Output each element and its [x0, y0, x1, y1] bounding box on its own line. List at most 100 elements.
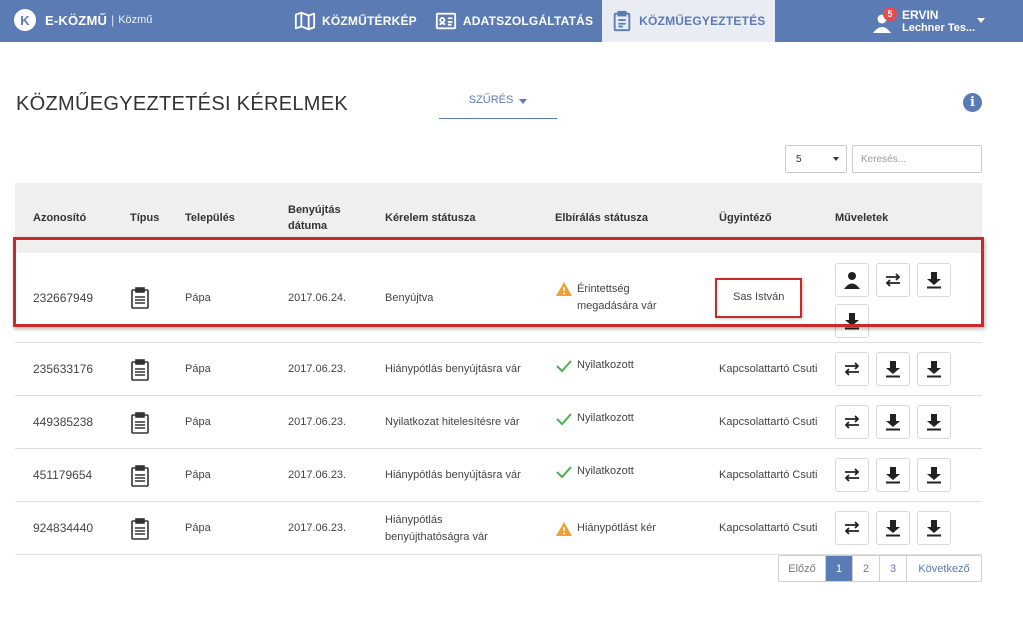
transfer-icon: [844, 362, 860, 376]
warning-icon: [556, 282, 572, 296]
transfer-icon: [844, 415, 860, 429]
warning-icon: [556, 521, 572, 536]
review-status-text: Hiánypótlást kér: [577, 522, 656, 534]
nav-label: KÖZMŰTÉRKÉP: [322, 14, 417, 28]
clipboard-icon: [131, 411, 149, 434]
assignee-name: Sas István: [733, 291, 785, 303]
cell-date: 2017.06.23.: [288, 469, 347, 481]
cell-date: 2017.06.24.: [288, 291, 347, 304]
clipboard-icon: [131, 517, 149, 540]
main-nav: KÖZMŰTÉRKÉP ADATSZOLGÁLTATÁS KÖZMŰEGYEZT…: [285, 0, 775, 42]
pagination-prev[interactable]: Előző: [779, 556, 826, 581]
transfer-icon: [885, 273, 901, 287]
user-menu[interactable]: 5 ERVIN Lechner Tes...: [872, 6, 1012, 36]
review-status: Nyilatkozott: [555, 463, 634, 480]
cell-type: [130, 253, 150, 343]
column-header[interactable]: Benyújtás dátuma: [288, 183, 348, 253]
check-icon: [556, 465, 572, 478]
chevron-down-icon: [977, 18, 985, 23]
download-button[interactable]: [917, 263, 951, 297]
table-row[interactable]: 232667949 Pápa 2017.06.24. Benyújtva Éri…: [15, 253, 982, 343]
download-button[interactable]: [835, 304, 869, 338]
clipboard-icon: [613, 10, 631, 32]
top-navbar: K E-KÖZMŰ | Közmű KÖZMŰTÉRKÉP ADATSZOLGÁ…: [0, 0, 1023, 42]
download-icon: [886, 520, 900, 537]
review-status-text: Nyilatkozott: [577, 359, 634, 371]
review-status: Hiánypótlást kér: [555, 520, 656, 537]
cell-type: [130, 502, 150, 555]
notification-badge[interactable]: 5: [883, 7, 897, 21]
pagination-page[interactable]: 2: [853, 556, 880, 581]
cell-type: [130, 449, 150, 502]
row-actions: [835, 352, 965, 393]
transfer-button[interactable]: [835, 405, 869, 439]
cell-request-status: Benyújtva: [385, 291, 434, 304]
download-button[interactable]: [917, 511, 951, 545]
brand[interactable]: K E-KÖZMŰ | Közmű: [14, 9, 152, 31]
download-button[interactable]: [917, 405, 951, 439]
cell-id: 451179654: [33, 468, 93, 482]
column-header[interactable]: Település: [185, 183, 265, 253]
user-icon: [844, 272, 860, 289]
download-button[interactable]: [876, 458, 910, 492]
cell-review-status: Érintettség megadására vár: [555, 253, 685, 343]
download-button[interactable]: [917, 458, 951, 492]
row-actions: [835, 511, 965, 552]
clipboard-icon: [131, 358, 149, 381]
cell-review-status: Hiánypótlást kér: [555, 502, 695, 555]
column-header[interactable]: Elbírálás státusza: [555, 183, 705, 253]
download-icon: [927, 467, 941, 484]
page-size-select[interactable]: 5: [785, 145, 847, 173]
cell-assignee: Sas István: [715, 253, 803, 343]
download-button[interactable]: [917, 352, 951, 386]
download-icon: [927, 520, 941, 537]
filter-toggle[interactable]: SZŰRÉS: [439, 94, 557, 119]
pagination-page[interactable]: 3: [880, 556, 907, 581]
page-size-value: 5: [796, 154, 802, 165]
map-icon: [294, 11, 316, 31]
transfer-button[interactable]: [835, 458, 869, 492]
user-name: ERVIN: [902, 8, 939, 22]
assign-user-button[interactable]: [835, 263, 869, 297]
nav-item-kozmuegyeztetes[interactable]: KÖZMŰEGYEZTETÉS: [602, 0, 775, 42]
column-header: Műveletek: [835, 212, 889, 224]
table-row[interactable]: 449385238 Pápa 2017.06.23. Nyilatkozat h…: [15, 396, 982, 449]
download-button[interactable]: [876, 405, 910, 439]
column-header[interactable]: Kérelem státusza: [385, 183, 535, 253]
download-button[interactable]: [876, 511, 910, 545]
nav-item-adatszolgaltatas[interactable]: ADATSZOLGÁLTATÁS: [426, 0, 602, 42]
download-icon: [927, 272, 941, 289]
transfer-button[interactable]: [876, 263, 910, 297]
search-input[interactable]: [852, 145, 982, 173]
column-header[interactable]: Azonosító: [33, 183, 123, 253]
cell-type: [130, 396, 150, 449]
table-row[interactable]: 235633176 Pápa 2017.06.23. Hiánypótlás b…: [15, 343, 982, 396]
info-icon[interactable]: i: [963, 93, 982, 112]
cell-settlement: Pápa: [185, 363, 211, 375]
cell-settlement: Pápa: [185, 469, 211, 481]
nav-item-kozmuterkep[interactable]: KÖZMŰTÉRKÉP: [285, 0, 426, 42]
column-header[interactable]: Típus: [130, 183, 175, 253]
table-row[interactable]: 451179654 Pápa 2017.06.23. Hiánypótlás b…: [15, 449, 982, 502]
cell-date: 2017.06.23.: [288, 522, 347, 534]
download-button[interactable]: [876, 352, 910, 386]
download-icon: [886, 361, 900, 378]
transfer-button[interactable]: [835, 511, 869, 545]
brand-separator: |: [111, 13, 115, 27]
transfer-button[interactable]: [835, 352, 869, 386]
cell-review-status: Nyilatkozott: [555, 343, 695, 396]
column-header[interactable]: Ügyintéző: [719, 183, 819, 253]
table-header: Azonosító Típus Település Benyújtás dátu…: [15, 183, 982, 253]
pagination-next[interactable]: Következő: [907, 556, 981, 581]
cell-id: 924834440: [33, 521, 94, 535]
table-row[interactable]: 924834440 Pápa 2017.06.23. Hiánypótlás b…: [15, 502, 982, 555]
filter-label: SZŰRÉS: [468, 94, 514, 106]
cell-settlement: Pápa: [185, 291, 211, 304]
cell-request-status: Nyilatkozat hitelesítésre vár: [385, 416, 520, 428]
id-card-icon: [435, 12, 456, 30]
cell-date: 2017.06.23.: [288, 363, 347, 375]
cell-review-status: Nyilatkozott: [555, 449, 695, 502]
page-title: KÖZMŰEGYEZTETÉSI KÉRELMEK: [16, 93, 349, 115]
transfer-icon: [844, 521, 860, 535]
pagination-page[interactable]: 1: [826, 556, 853, 581]
